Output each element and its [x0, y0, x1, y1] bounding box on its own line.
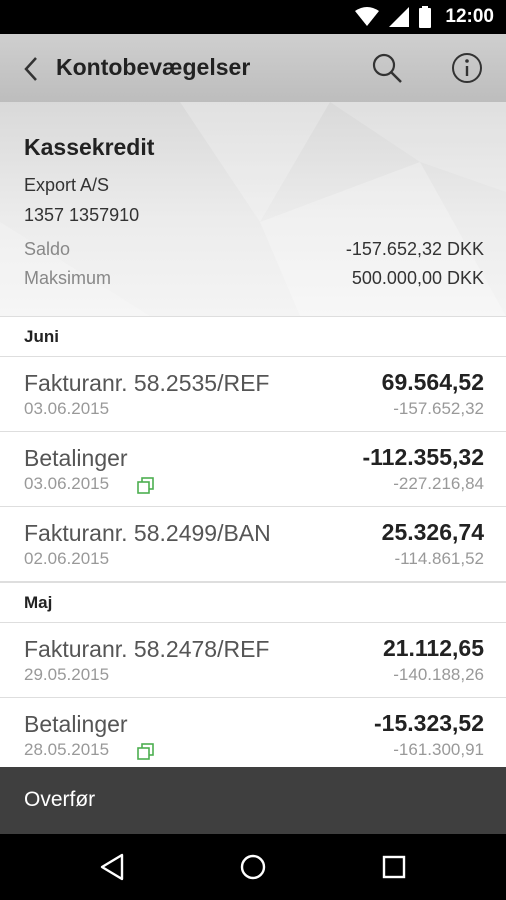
transaction-row[interactable]: Fakturanr. 58.2478/REF 29.05.2015 21.112… — [0, 623, 506, 698]
search-icon[interactable] — [370, 51, 404, 85]
nav-home-icon[interactable] — [237, 851, 269, 883]
account-name: Kassekredit — [24, 134, 155, 160]
balance-value: -157.652,32 DKK — [345, 239, 484, 259]
max-label: Maksimum — [24, 268, 112, 288]
transaction-description: Fakturanr. 58.2535/REF — [24, 370, 270, 396]
transaction-balance: -114.861,52 — [394, 549, 484, 568]
copy-icon — [137, 477, 154, 494]
battery-icon — [419, 6, 432, 28]
status-bar: 12:00 — [0, 0, 506, 34]
transaction-balance: -161.300,91 — [393, 740, 484, 759]
section-header: Juni — [0, 316, 506, 357]
transaction-row[interactable]: Betalinger 28.05.2015 -15.323,52 -161.30… — [0, 698, 506, 767]
copy-icon — [137, 743, 154, 760]
back-arrow-icon[interactable] — [18, 52, 46, 86]
transaction-date: 29.05.2015 — [24, 665, 110, 684]
system-nav-bar — [0, 834, 506, 900]
transaction-description: Betalinger — [24, 711, 128, 737]
transaction-amount: -15.323,52 — [374, 710, 484, 736]
transaction-balance: -227.216,84 — [393, 474, 484, 493]
account-header: Kassekredit Export A/S 1357 1357910 Sald… — [0, 102, 506, 316]
transaction-balance: -157.652,32 — [393, 399, 484, 418]
app-bar: Kontobevægelser — [0, 34, 506, 102]
transaction-date: 03.06.2015 — [24, 399, 110, 418]
transaction-date: 03.06.2015 — [24, 474, 110, 493]
max-value: 500.000,00 DKK — [351, 268, 484, 288]
transaction-amount: 21.112,65 — [382, 635, 484, 661]
info-icon[interactable] — [450, 51, 484, 85]
nav-back-icon[interactable] — [98, 851, 130, 883]
transaction-list[interactable]: Juni Fakturanr. 58.2535/REF 03.06.2015 6… — [0, 316, 506, 767]
account-company: Export A/S — [24, 175, 110, 195]
account-number: 1357 1357910 — [24, 205, 140, 225]
section-label: Juni — [24, 327, 59, 346]
transaction-row[interactable]: Fakturanr. 58.2499/BAN 02.06.2015 25.326… — [0, 507, 506, 582]
transaction-description: Betalinger — [24, 445, 128, 471]
transaction-description: Fakturanr. 58.2499/BAN — [24, 520, 271, 546]
section-header: Maj — [0, 582, 506, 623]
transaction-row[interactable]: Fakturanr. 58.2535/REF 03.06.2015 69.564… — [0, 357, 506, 432]
transaction-date: 28.05.2015 — [24, 740, 110, 759]
transfer-button-label: Overfør — [24, 788, 96, 811]
balance-label: Saldo — [24, 239, 71, 259]
cell-signal-icon — [389, 7, 410, 27]
transaction-amount: 69.564,52 — [381, 369, 484, 395]
transfer-button[interactable]: Overfør — [0, 767, 506, 834]
transaction-amount: 25.326,74 — [381, 519, 484, 545]
transaction-description: Fakturanr. 58.2478/REF — [24, 636, 270, 662]
transaction-row[interactable]: Betalinger 03.06.2015 -112.355,32 -227.2… — [0, 432, 506, 507]
wifi-icon — [355, 7, 380, 26]
section-label: Maj — [24, 593, 53, 612]
status-time: 12:00 — [445, 6, 494, 27]
transaction-date: 02.06.2015 — [24, 549, 110, 568]
page-title: Kontobevægelser — [56, 54, 251, 80]
transaction-balance: -140.188,26 — [393, 665, 484, 684]
nav-recents-icon[interactable] — [378, 851, 410, 883]
transaction-amount: -112.355,32 — [362, 444, 484, 470]
